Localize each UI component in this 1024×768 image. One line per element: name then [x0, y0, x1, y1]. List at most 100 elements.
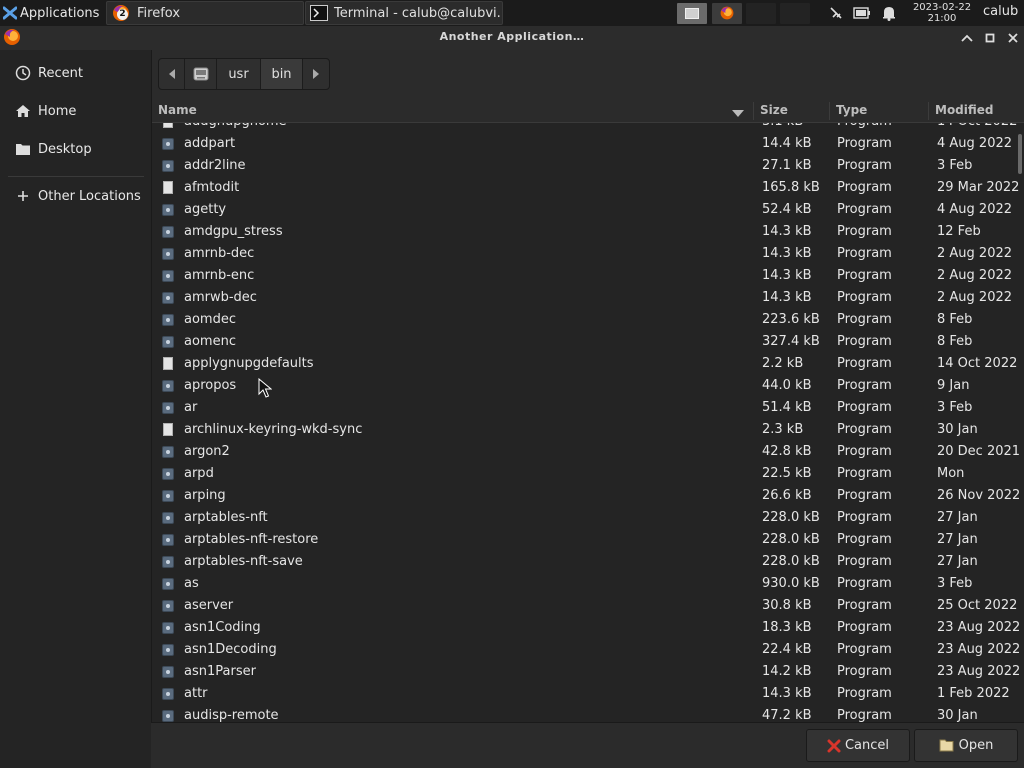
battery-icon[interactable]: [853, 4, 871, 22]
clock[interactable]: 2023-02-22 21:00: [906, 2, 978, 24]
table-row[interactable]: asn1Parser 14.2 kB Program 23 Aug 2022: [152, 661, 1020, 683]
file-name: arptables-nft-save: [184, 554, 303, 569]
file-name: addpart: [184, 136, 236, 151]
path-root-button[interactable]: [185, 59, 217, 89]
column-modified[interactable]: Modified: [935, 103, 994, 117]
top-panel: Applications 2 Firefox Terminal - calub@…: [0, 0, 1024, 26]
file-type: Program: [837, 532, 892, 547]
firefox-icon: [719, 5, 735, 25]
file-size: 930.0 kB: [762, 576, 820, 591]
network-disconnected-icon[interactable]: [827, 4, 845, 22]
taskbar-terminal[interactable]: Terminal - calub@calubvi...: [305, 1, 503, 25]
sidebar-item-other-locations[interactable]: Other Locations: [0, 181, 151, 211]
sort-descending-icon[interactable]: [732, 107, 744, 122]
table-row[interactable]: amrwb-dec 14.3 kB Program 2 Aug 2022: [152, 287, 1014, 309]
file-type: Program: [837, 466, 892, 481]
table-row[interactable]: aserver 30.8 kB Program 25 Oct 2022: [152, 595, 1017, 617]
file-modified: 2 Aug 2022: [937, 290, 1013, 305]
executable-file-icon: [161, 511, 175, 525]
taskbar-firefox[interactable]: 2 Firefox: [106, 1, 304, 25]
applications-menu[interactable]: Applications: [0, 0, 99, 26]
file-name: addr2line: [184, 158, 246, 173]
sidebar-item-desktop[interactable]: Desktop: [0, 134, 151, 164]
table-row[interactable]: addpart 14.4 kB Program 4 Aug 2022: [152, 133, 1014, 155]
column-separator[interactable]: [928, 102, 929, 120]
file-name: asn1Coding: [184, 620, 261, 635]
workspace-1[interactable]: [677, 3, 707, 24]
file-modified: 14 Oct 2022: [937, 356, 1018, 371]
path-forward-button[interactable]: [303, 59, 329, 89]
executable-file-icon: [161, 269, 175, 283]
table-row[interactable]: amrnb-enc 14.3 kB Program 2 Aug 2022: [152, 265, 1014, 287]
table-row[interactable]: arptables-nft-save 228.0 kB Program 27 Jan: [152, 551, 1014, 573]
table-row[interactable]: addr2line 27.1 kB Program 3 Feb: [152, 155, 1014, 177]
open-button[interactable]: Open: [914, 729, 1018, 762]
table-row[interactable]: archlinux-keyring-wkd-sync 2.3 kB Program 3…: [152, 419, 1014, 441]
file-type: Program: [837, 334, 892, 349]
workspace-2[interactable]: [712, 3, 742, 24]
maximize-button[interactable]: [982, 30, 998, 46]
file-size: 26.6 kB: [762, 488, 812, 503]
file-type: Program: [837, 576, 892, 591]
open-button-label: Open: [958, 738, 994, 753]
file-type: Program: [837, 378, 892, 393]
executable-file-icon: [161, 577, 175, 591]
table-row[interactable]: arping 26.6 kB Program 26 Nov 2022: [152, 485, 1020, 507]
window-count-badge: 2: [117, 9, 128, 20]
close-button[interactable]: [1005, 30, 1021, 46]
file-name: afmtodit: [184, 180, 240, 195]
file-type: Program: [837, 246, 892, 261]
table-row[interactable]: apropos 44.0 kB Program 9 Jan: [152, 375, 1014, 397]
file-name: as: [184, 576, 199, 591]
file-size: 44.0 kB: [762, 378, 812, 393]
file-name: aomenc: [184, 334, 236, 349]
path-back-button[interactable]: [159, 59, 185, 89]
file-modified: 20 Dec 2021: [937, 444, 1021, 459]
table-row[interactable]: arpd 22.5 kB Program Mon: [152, 463, 1014, 485]
cancel-button[interactable]: Cancel: [806, 729, 910, 762]
text-file-icon: [161, 357, 175, 371]
table-row[interactable]: arptables-nft 228.0 kB Program 27 Jan: [152, 507, 1014, 529]
table-row[interactable]: ar 51.4 kB Program 3 Feb: [152, 397, 1014, 419]
table-row[interactable]: asn1Coding 18.3 kB Program 23 Aug 2022: [152, 617, 1020, 639]
file-type: Program: [837, 290, 892, 305]
table-row[interactable]: aomdec 223.6 kB Program 8 Feb: [152, 309, 1014, 331]
executable-file-icon: [161, 159, 175, 173]
table-row[interactable]: as 930.0 kB Program 3 Feb: [152, 573, 1014, 595]
file-size: 14.4 kB: [762, 136, 812, 151]
table-row[interactable]: amrnb-dec 14.3 kB Program 2 Aug 2022: [152, 243, 1014, 265]
table-row[interactable]: audisp-remote 47.2 kB Program 30 Jan: [152, 705, 1014, 722]
table-row[interactable]: asn1Decoding 22.4 kB Program 23 Aug 2022: [152, 639, 1020, 661]
table-row[interactable]: amdgpu_stress 14.3 kB Program 12 Feb: [152, 221, 1014, 243]
table-row[interactable]: applygnupgdefaults 2.2 kB Program 14 Oct 20…: [152, 353, 1018, 375]
user-name[interactable]: calub: [983, 4, 1018, 19]
path-segment-usr[interactable]: usr: [217, 59, 261, 89]
scrollbar[interactable]: [1018, 134, 1022, 174]
workspace-3[interactable]: [746, 3, 776, 24]
table-row[interactable]: arptables-nft-restore 228.0 kB Program 27 J…: [152, 529, 1014, 551]
sidebar-item-recent[interactable]: Recent: [0, 58, 151, 88]
shade-button[interactable]: [959, 30, 975, 46]
file-modified: 27 Jan: [937, 510, 978, 525]
executable-file-icon: [161, 225, 175, 239]
notification-bell-icon[interactable]: [880, 4, 898, 22]
table-row[interactable]: attr 14.3 kB Program 1 Feb 2022: [152, 683, 1014, 705]
path-segment-bin[interactable]: bin: [261, 59, 303, 89]
column-name[interactable]: Name: [158, 103, 197, 117]
drive-icon: [193, 67, 209, 81]
file-modified: 4 Aug 2022: [937, 136, 1013, 151]
column-size[interactable]: Size: [760, 103, 788, 117]
table-row[interactable]: argon2 42.8 kB Program 20 Dec 2021: [152, 441, 1020, 463]
table-row[interactable]: afmtodit 165.8 kB Program 29 Mar 2022: [152, 177, 1019, 199]
file-modified: 3 Feb: [937, 400, 973, 415]
file-modified: 8 Feb: [937, 334, 973, 349]
file-type: Program: [837, 268, 892, 283]
column-separator[interactable]: [829, 102, 830, 120]
workspace-4[interactable]: [780, 3, 810, 24]
table-row[interactable]: addgnupghome 3.1 kB Program 14 Oct 2022: [152, 123, 1017, 133]
sidebar-item-home[interactable]: Home: [0, 96, 151, 126]
column-separator[interactable]: [753, 102, 754, 120]
table-row[interactable]: agetty 52.4 kB Program 4 Aug 2022: [152, 199, 1014, 221]
column-type[interactable]: Type: [836, 103, 867, 117]
table-row[interactable]: aomenc 327.4 kB Program 8 Feb: [152, 331, 1014, 353]
